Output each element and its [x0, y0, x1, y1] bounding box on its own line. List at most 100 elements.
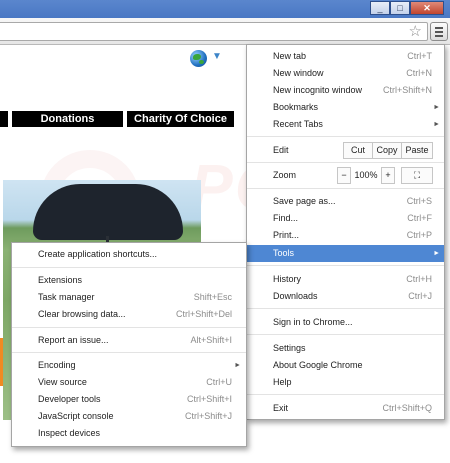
- submenu-item-view-source[interactable]: View source Ctrl+U: [12, 374, 246, 391]
- hamburger-menu-icon-bar: [435, 31, 443, 33]
- site-navbar: Donations Charity Of Choice: [0, 111, 238, 127]
- menu-item-recent-tabs[interactable]: Recent Tabs ►: [247, 116, 444, 133]
- submenu-item-encoding[interactable]: Encoding ►: [12, 357, 246, 374]
- browser-toolbar: ☆: [0, 18, 450, 45]
- menu-item-tools[interactable]: Tools ►: [247, 245, 444, 262]
- menu-item-shortcut: Ctrl+P: [406, 230, 432, 240]
- hamburger-menu-icon: [435, 27, 443, 29]
- menu-item-shortcut: Ctrl+Shift+Del: [175, 309, 232, 319]
- nav-item-charity-of-choice[interactable]: Charity Of Choice: [127, 111, 234, 127]
- menu-row-edit: Edit Cut Copy Paste: [247, 142, 444, 159]
- submenu-item-inspect-devices[interactable]: Inspect devices: [12, 425, 246, 442]
- menu-item-label: Create application shortcuts...: [38, 249, 158, 259]
- submenu-item-task-manager[interactable]: Task manager Shift+Esc: [12, 289, 246, 306]
- menu-item-exit[interactable]: Exit Ctrl+Shift+Q: [247, 400, 444, 417]
- dropdown-arrow-icon[interactable]: ▼: [212, 51, 222, 62]
- menu-item-label: New incognito window: [273, 85, 363, 95]
- menu-item-find[interactable]: Find... Ctrl+F: [247, 210, 444, 227]
- menu-item-print[interactable]: Print... Ctrl+P: [247, 227, 444, 244]
- menu-item-shortcut: Shift+Esc: [193, 292, 232, 302]
- submenu-item-report-issue[interactable]: Report an issue... Alt+Shift+I: [12, 332, 246, 349]
- menu-item-label: History: [273, 274, 302, 284]
- menu-item-shortcut: Alt+Shift+I: [190, 335, 232, 345]
- menu-separator: [247, 308, 444, 309]
- menu-item-new-window[interactable]: New window Ctrl+N: [247, 65, 444, 82]
- menu-item-sign-in[interactable]: Sign in to Chrome...: [247, 314, 444, 331]
- menu-item-label: Exit: [273, 403, 289, 413]
- cut-button[interactable]: Cut: [343, 142, 373, 159]
- submenu-item-clear-browsing-data[interactable]: Clear browsing data... Ctrl+Shift+Del: [12, 306, 246, 323]
- chrome-main-menu: New tab Ctrl+T New window Ctrl+N New inc…: [246, 44, 445, 420]
- menu-item-shortcut: Ctrl+H: [406, 274, 432, 284]
- menu-item-shortcut: Ctrl+Shift+N: [382, 85, 432, 95]
- star-icon[interactable]: ☆: [409, 23, 422, 40]
- nav-item-donations[interactable]: Donations: [12, 111, 123, 127]
- menu-item-history[interactable]: History Ctrl+H: [247, 271, 444, 288]
- menu-item-label: Help: [273, 377, 292, 387]
- menu-item-new-incognito-window[interactable]: New incognito window Ctrl+Shift+N: [247, 82, 444, 99]
- menu-separator: [247, 265, 444, 266]
- menu-item-label: Tools: [273, 248, 295, 258]
- menu-separator: [247, 334, 444, 335]
- submenu-item-javascript-console[interactable]: JavaScript console Ctrl+Shift+J: [12, 408, 246, 425]
- menu-item-shortcut: Ctrl+Shift+J: [184, 411, 232, 421]
- menu-separator: [12, 267, 246, 268]
- window-titlebar: _ □ ✕: [0, 0, 450, 18]
- menu-item-shortcut: Ctrl+F: [407, 213, 432, 223]
- menu-item-label: Clear browsing data...: [38, 309, 126, 319]
- submenu-item-extensions[interactable]: Extensions: [12, 272, 246, 289]
- maximize-button[interactable]: □: [390, 1, 410, 15]
- submenu-arrow-icon: ►: [433, 121, 440, 128]
- menu-item-label: Task manager: [38, 292, 95, 302]
- chrome-menu-button[interactable]: [430, 22, 448, 41]
- zoom-out-button[interactable]: −: [337, 167, 351, 184]
- minimize-button[interactable]: _: [370, 1, 390, 15]
- menu-item-label: JavaScript console: [38, 411, 114, 421]
- submenu-arrow-icon: ►: [234, 362, 241, 369]
- menu-item-new-tab[interactable]: New tab Ctrl+T: [247, 48, 444, 65]
- nav-item-partial[interactable]: [0, 111, 8, 127]
- menu-item-bookmarks[interactable]: Bookmarks ►: [247, 99, 444, 116]
- window-controls: _ □ ✕: [370, 1, 444, 16]
- menu-item-label: View source: [38, 377, 87, 387]
- menu-item-label: Edit: [273, 145, 289, 155]
- copy-button[interactable]: Copy: [372, 142, 402, 159]
- umbrella-image: [33, 184, 183, 240]
- menu-item-label: About Google Chrome: [273, 360, 363, 370]
- menu-item-label: Downloads: [273, 291, 318, 301]
- menu-item-shortcut: Ctrl+N: [406, 68, 432, 78]
- menu-item-label: Report an issue...: [38, 335, 109, 345]
- menu-item-label: Zoom: [273, 170, 297, 180]
- hamburger-menu-icon-bar: [435, 35, 443, 37]
- menu-item-label: New window: [273, 68, 324, 78]
- submenu-item-developer-tools[interactable]: Developer tools Ctrl+Shift+I: [12, 391, 246, 408]
- submenu-item-create-shortcuts[interactable]: Create application shortcuts...: [12, 246, 246, 263]
- menu-item-label: Inspect devices: [38, 428, 101, 438]
- zoom-in-button[interactable]: +: [381, 167, 395, 184]
- menu-item-shortcut: Ctrl+Shift+I: [186, 394, 232, 404]
- menu-separator: [12, 352, 246, 353]
- menu-item-label: Print...: [273, 230, 300, 240]
- menu-item-label: Bookmarks: [273, 102, 319, 112]
- address-bar[interactable]: ☆: [0, 22, 428, 41]
- menu-item-shortcut: Ctrl+Shift+Q: [382, 403, 432, 413]
- menu-item-about[interactable]: About Google Chrome: [247, 357, 444, 374]
- globe-icon[interactable]: [190, 50, 207, 67]
- menu-item-label: Sign in to Chrome...: [273, 317, 353, 327]
- menu-item-settings[interactable]: Settings: [247, 340, 444, 357]
- menu-item-label: Find...: [273, 213, 299, 223]
- accent-bar: [0, 338, 3, 386]
- menu-item-shortcut: Ctrl+J: [408, 291, 432, 301]
- menu-item-label: Recent Tabs: [273, 119, 323, 129]
- menu-item-label: New tab: [273, 51, 307, 61]
- tools-submenu: Create application shortcuts... Extensio…: [11, 242, 247, 447]
- close-button[interactable]: ✕: [410, 1, 444, 15]
- paste-button[interactable]: Paste: [401, 142, 433, 159]
- menu-separator: [247, 136, 444, 137]
- menu-item-save-page[interactable]: Save page as... Ctrl+S: [247, 193, 444, 210]
- menu-item-help[interactable]: Help: [247, 374, 444, 391]
- menu-item-downloads[interactable]: Downloads Ctrl+J: [247, 288, 444, 305]
- menu-item-label: Developer tools: [38, 394, 101, 404]
- menu-item-shortcut: Ctrl+U: [206, 377, 232, 387]
- fullscreen-icon[interactable]: ⛶: [401, 167, 433, 184]
